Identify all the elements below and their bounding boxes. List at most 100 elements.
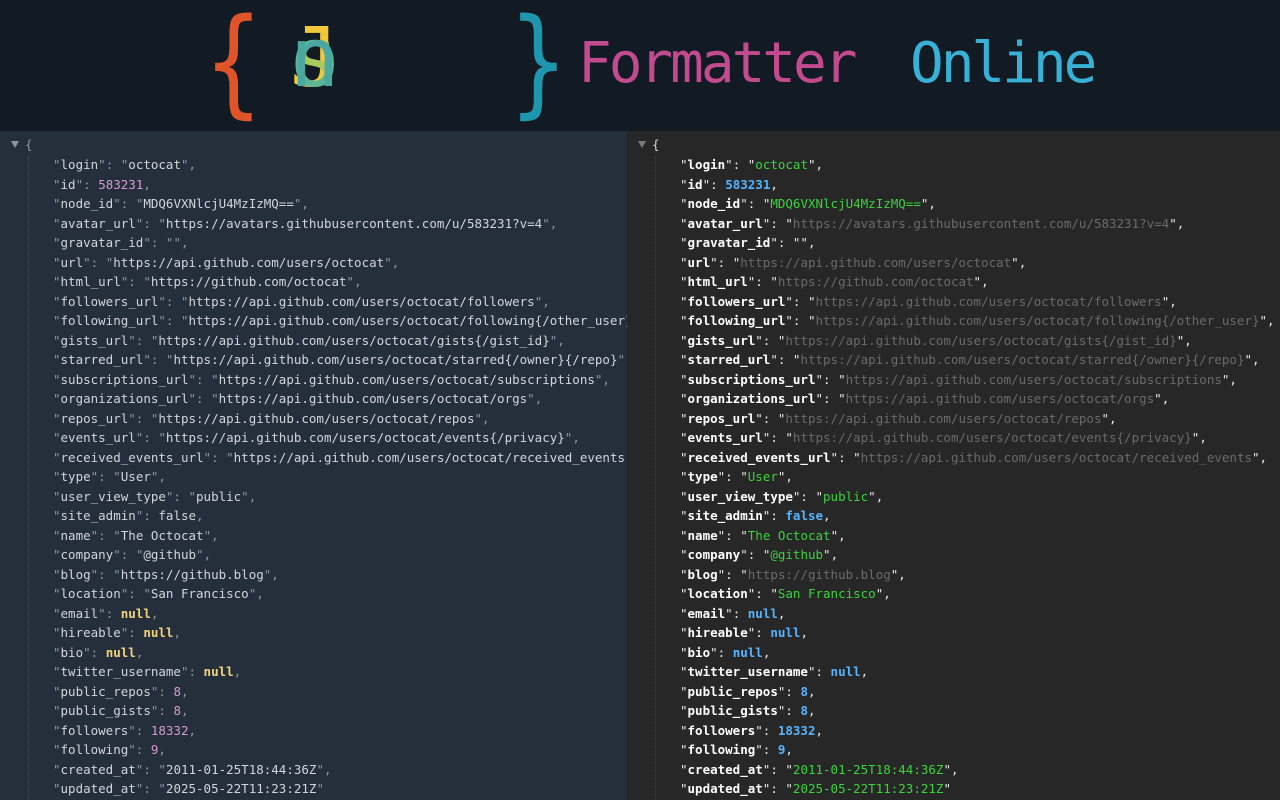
colon: : (762, 722, 778, 738)
comma: , (572, 430, 580, 445)
quote: " (740, 527, 748, 543)
quote: " (241, 488, 249, 504)
colon: : (770, 215, 786, 231)
quote: " (740, 469, 748, 484)
colon: : (777, 235, 793, 250)
quote: " (53, 176, 61, 192)
quote: " (53, 352, 61, 367)
json-value: 583231 (725, 176, 771, 192)
json-value: null (770, 625, 801, 640)
quote: " (815, 371, 823, 387)
quote: " (973, 274, 982, 289)
json-key: company (60, 547, 114, 562)
quote: " (680, 566, 688, 582)
json-line: "subscriptions_url": "https://api.github… (53, 370, 627, 390)
comma: , (1252, 352, 1260, 367)
comma: , (542, 293, 550, 309)
json-line: "following": 9, (53, 740, 627, 760)
quote: " (196, 547, 204, 562)
quote: " (53, 625, 61, 640)
json-value: https://api.github.com/users/octocat/rep… (158, 410, 475, 426)
comma: , (248, 488, 257, 504)
quote: " (53, 215, 61, 231)
json-key: created_at (60, 761, 136, 777)
json-key: location (60, 586, 121, 601)
quote: " (53, 274, 61, 289)
colon: : (143, 215, 159, 231)
json-line: "html_url": "https://github.com/octocat"… (680, 272, 1275, 292)
quote: " (113, 566, 121, 582)
json-line: "node_id": "MDQ6VXNlcjU4MzIzMQ==", (680, 194, 1275, 214)
quote: " (158, 430, 166, 445)
json-line: "avatar_url": "https://avatars.githubuse… (680, 214, 1275, 234)
json-line: "public_repos": 8, (53, 682, 627, 702)
json-key: avatar_url (687, 215, 763, 231)
comma: , (135, 644, 144, 660)
json-line: "events_url": "https://api.github.com/us… (53, 428, 627, 448)
json-key: repos_url (60, 410, 129, 426)
colon: : (725, 566, 741, 582)
comma: , (1229, 371, 1237, 387)
quote: " (680, 176, 688, 192)
colon: : (150, 352, 166, 367)
json-value: San Francisco (777, 586, 876, 601)
quote: " (680, 332, 688, 348)
quote: " (853, 449, 861, 465)
quote: " (755, 722, 763, 738)
json-value: https://api.github.com/users/octocat/sub… (845, 371, 1222, 387)
fold-toggle-icon[interactable] (11, 141, 19, 148)
json-key: followers_url (687, 293, 786, 309)
json-line: "received_events_url": "https://api.gith… (680, 448, 1275, 468)
colon: : (747, 196, 763, 211)
quote: " (98, 605, 106, 621)
json-key: bio (60, 644, 84, 660)
comma: , (807, 683, 816, 699)
colon: : (725, 469, 741, 484)
fold-toggle-icon[interactable] (638, 141, 646, 148)
json-key: site_admin (60, 508, 136, 523)
json-line: "starred_url": "https://api.github.com/u… (53, 350, 627, 370)
comma: , (1184, 332, 1192, 348)
json-key: events_url (687, 430, 763, 445)
quote: " (943, 781, 951, 796)
colon: : (196, 371, 212, 387)
json-line: "events_url": "https://api.github.com/us… (680, 428, 1275, 448)
json-viewer-panel[interactable]: { "login": "octocat", "id": 583231, "node_… (627, 131, 1280, 800)
json-value: https://api.github.com/users/octocat/fol… (815, 313, 1260, 328)
quote: " (680, 449, 688, 465)
colon: : (158, 703, 174, 718)
json-line: "followers": 18332, (680, 721, 1275, 741)
quote: " (680, 781, 688, 796)
json-key: bio (687, 644, 711, 660)
json-key: public_gists (60, 703, 151, 718)
json-value: https://api.github.com/users/octocat/eve… (165, 430, 565, 445)
json-line: "starred_url": "https://api.github.com/u… (680, 350, 1275, 370)
json-value: null (732, 644, 763, 660)
json-key: login (687, 157, 726, 172)
json-value: octocat (755, 157, 808, 172)
quote: " (53, 449, 61, 465)
quote: " (1244, 352, 1252, 367)
quote: " (943, 761, 951, 777)
json-editor-panel[interactable]: { "login": "octocat", "id": 583231, "node_… (0, 131, 627, 800)
comma: , (534, 391, 543, 406)
quote: " (838, 371, 846, 387)
json-key: id (60, 176, 76, 192)
colon: : (770, 508, 786, 523)
json-value: 18332 (777, 722, 816, 738)
logo-json-letter: n (290, 11, 339, 106)
colon: : (762, 332, 778, 348)
json-line: "gists_url": "https://api.github.com/use… (53, 331, 627, 351)
quote: " (755, 742, 763, 757)
quote: " (680, 664, 688, 679)
comma: , (785, 469, 793, 484)
json-key: html_url (687, 274, 748, 289)
json-value: https://api.github.com/users/octocat/gis… (785, 332, 1177, 348)
quote: " (680, 352, 688, 367)
comma: , (188, 722, 197, 738)
quote: " (680, 508, 688, 523)
json-key: site_admin (687, 508, 763, 523)
comma: , (557, 332, 565, 348)
quote: " (680, 547, 688, 562)
quote: " (807, 157, 816, 172)
